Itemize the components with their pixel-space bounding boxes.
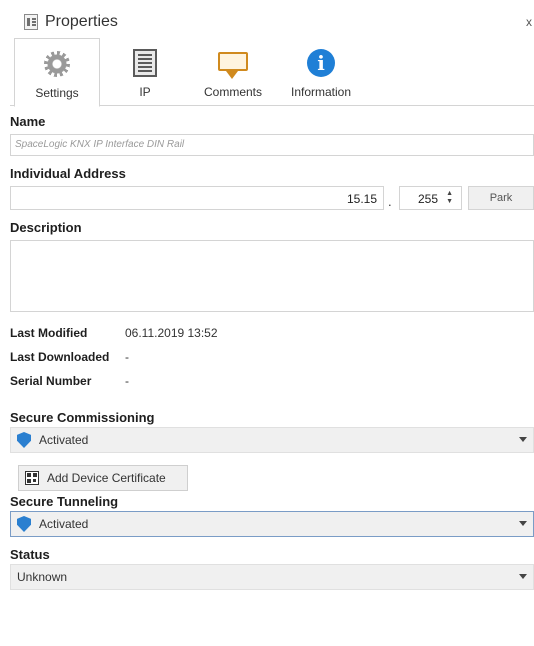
last-downloaded-row: Last Downloaded - (10, 350, 129, 364)
panel-title: Properties (45, 13, 118, 30)
chevron-down-icon (519, 437, 527, 442)
title-bar: Properties x (10, 6, 534, 38)
add-device-certificate-label: Add Device Certificate (47, 471, 166, 485)
secure-commissioning-select[interactable]: Activated (10, 427, 534, 453)
secure-commissioning-value: Activated (39, 433, 89, 447)
last-modified-value: 06.11.2019 13:52 (125, 326, 218, 340)
comment-bubble-icon (218, 48, 248, 79)
address-separator: . (388, 194, 392, 209)
status-value: Unknown (17, 570, 68, 584)
tab-label: Comments (203, 85, 262, 99)
individual-address-input[interactable]: 15.15 (10, 186, 384, 210)
shield-icon (17, 432, 31, 448)
last-modified-row: Last Modified 06.11.2019 13:52 (10, 326, 218, 340)
secure-commissioning-label: Secure Commissioning (10, 410, 155, 425)
ip-document-icon (130, 48, 160, 78)
serial-number-label: Serial Number (10, 374, 92, 388)
tab-label: Information (290, 85, 352, 99)
tab-label: IP (139, 85, 151, 99)
secure-tunneling-label: Secure Tunneling (10, 494, 119, 509)
serial-number-value: - (125, 374, 129, 388)
description-textarea[interactable] (10, 240, 534, 312)
device-address-spinner[interactable]: 255 ▲ ▼ (399, 186, 462, 210)
name-input[interactable]: SpaceLogic KNX IP Interface DIN Rail (10, 134, 534, 156)
tab-comments[interactable]: Comments (198, 38, 268, 106)
tab-bar: Settings IP Comments i Information (10, 38, 534, 107)
description-label: Description (10, 220, 82, 235)
info-icon: i (306, 48, 336, 78)
last-downloaded-value: - (125, 350, 129, 364)
status-select[interactable]: Unknown (10, 564, 534, 590)
tab-settings[interactable]: Settings (14, 38, 100, 107)
tab-information[interactable]: i Information (286, 38, 356, 106)
secure-tunneling-value: Activated (39, 517, 89, 531)
last-modified-label: Last Modified (10, 326, 88, 340)
close-icon[interactable]: x (526, 15, 532, 29)
properties-icon (24, 14, 38, 30)
add-device-certificate-button[interactable]: Add Device Certificate (18, 465, 188, 491)
device-address-value: 255 (418, 192, 439, 206)
shield-icon (17, 516, 31, 532)
gear-icon (42, 49, 72, 79)
chevron-down-icon (519, 574, 527, 579)
last-downloaded-label: Last Downloaded (10, 350, 110, 364)
tab-label: Settings (35, 86, 79, 100)
spinner-arrows-icon[interactable]: ▲ ▼ (446, 190, 453, 206)
individual-address-label: Individual Address (10, 166, 126, 181)
qr-code-icon (25, 471, 39, 485)
properties-panel: Properties x Settings IP Comments i Info… (10, 6, 534, 646)
secure-tunneling-select[interactable]: Activated (10, 511, 534, 537)
status-label: Status (10, 547, 50, 562)
park-button[interactable]: Park (468, 186, 534, 210)
chevron-down-icon (519, 521, 527, 526)
serial-number-row: Serial Number - (10, 374, 129, 388)
tab-ip[interactable]: IP (115, 38, 175, 106)
name-label: Name (10, 114, 46, 129)
